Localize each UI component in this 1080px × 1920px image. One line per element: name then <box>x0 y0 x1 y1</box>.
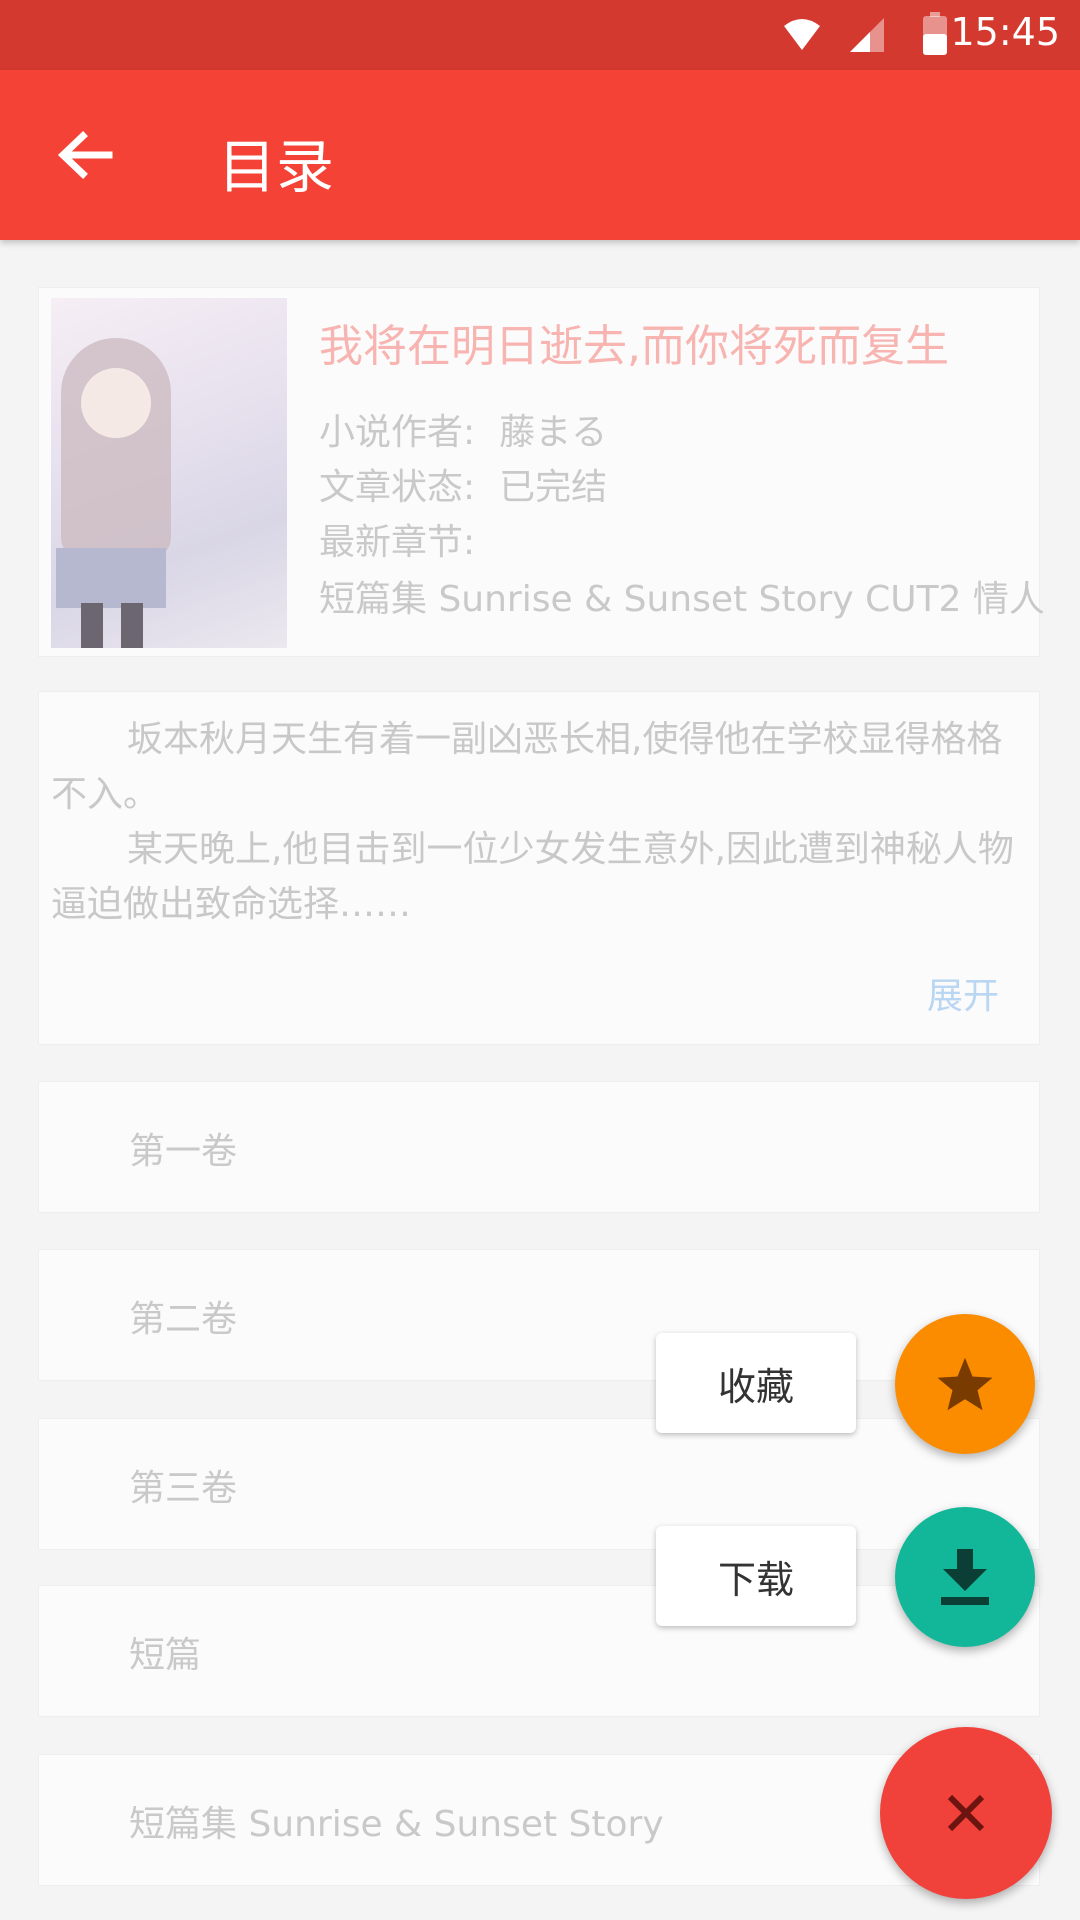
book-cover-image[interactable] <box>51 298 287 648</box>
volume-item[interactable]: 第三卷 <box>38 1418 1040 1550</box>
volume-label: 短篇集 Sunrise & Sunset Story <box>129 1804 664 1845</box>
latest-chapter-value[interactable]: 短篇集 Sunrise & Sunset Story CUT2 情人 <box>319 570 1045 622</box>
download-chip-label[interactable]: 下载 <box>656 1526 856 1626</box>
book-title: 我将在明日逝去,而你将死而复生 <box>319 321 949 372</box>
arrow-back-icon <box>57 131 113 179</box>
status-bar: 15:45 <box>0 0 1080 70</box>
volume-label: 第一卷 <box>129 1131 238 1172</box>
status-label: 文章状态: <box>319 467 476 508</box>
status-time: 15:45 <box>950 10 1060 54</box>
signal-icon <box>850 18 884 52</box>
description-card: 坂本秋月天生有着一副凶恶长相,使得他在学校显得格格不入。 某天晚上,他目击到一位… <box>38 691 1040 1045</box>
book-info-card: 我将在明日逝去,而你将死而复生 小说作者: 藤まる 文章状态: 已完结 最新章节: … <box>38 287 1045 657</box>
volume-item[interactable]: 第一卷 <box>38 1081 1040 1213</box>
book-status: 文章状态: 已完结 <box>319 458 607 510</box>
close-icon <box>947 1794 985 1832</box>
author-label: 小说作者: <box>319 412 476 453</box>
volume-item[interactable]: 第二卷 <box>38 1249 1040 1381</box>
description-paragraph: 坂本秋月天生有着一副凶恶长相,使得他在学校显得格格不入。 <box>51 719 1003 815</box>
status-value: 已完结 <box>499 467 608 508</box>
latest-chapter-label: 最新章节: <box>319 522 476 563</box>
book-author: 小说作者: 藤まる <box>319 403 607 455</box>
volume-label: 短篇 <box>129 1635 202 1676</box>
close-fab-button[interactable] <box>880 1727 1052 1899</box>
favorite-fab-button[interactable] <box>895 1314 1035 1454</box>
description-text: 坂本秋月天生有着一副凶恶长相,使得他在学校显得格格不入。 某天晚上,他目击到一位… <box>51 712 1026 932</box>
download-fab-button[interactable] <box>895 1507 1035 1647</box>
favorite-chip-label[interactable]: 收藏 <box>656 1333 856 1433</box>
volume-label: 第三卷 <box>129 1468 238 1509</box>
author-value: 藤まる <box>499 412 608 453</box>
back-button[interactable] <box>40 115 130 195</box>
download-icon <box>941 1549 989 1605</box>
wifi-icon <box>784 19 820 50</box>
battery-icon <box>923 12 947 55</box>
expand-link[interactable]: 展开 <box>927 967 999 1019</box>
description-paragraph: 某天晚上,他目击到一位少女发生意外,因此遭到神秘人物逼迫做出致命选择…… <box>51 829 1014 925</box>
page-title: 目录 <box>218 133 335 201</box>
app-bar: 目录 <box>0 70 1080 240</box>
volume-label: 第二卷 <box>129 1299 238 1340</box>
star-icon <box>937 1357 993 1411</box>
volume-item[interactable]: 短篇 <box>38 1585 1040 1717</box>
